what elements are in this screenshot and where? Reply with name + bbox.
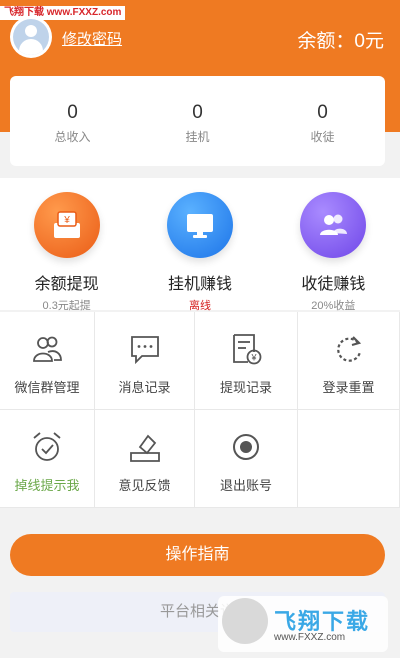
stat-value: 0 <box>317 102 328 123</box>
menu-logout[interactable]: 退出账号 <box>195 410 298 508</box>
menu-message-record[interactable]: 消息记录 <box>95 312 195 410</box>
status-offline: 离线 <box>188 300 211 312</box>
monitor-icon <box>166 192 233 258</box>
users-icon <box>300 192 367 258</box>
feature-hangup[interactable]: 挂机赚钱 离线 <box>133 178 266 312</box>
menu-wechat-group[interactable]: 微信群管理 <box>0 312 95 410</box>
menu-label: 意见反馈 <box>118 478 171 493</box>
menu-empty-cell <box>298 410 400 508</box>
group-icon <box>33 336 62 362</box>
feature-apprentice[interactable]: 收徒赚钱 20%收益 <box>267 178 400 312</box>
feature-title: 余额提现 <box>34 276 99 293</box>
balance-text: 余额：0元 <box>297 31 384 52</box>
brand-logo-icon <box>222 598 268 644</box>
feature-title: 挂机赚钱 <box>167 276 232 293</box>
stat-label: 挂机 <box>185 130 210 144</box>
stat-value: 0 <box>192 102 203 123</box>
menu-label: 登录重置 <box>322 380 375 395</box>
stat-apprentice[interactable]: 0 收徒 <box>260 76 385 166</box>
menu-label: 退出账号 <box>219 478 272 493</box>
menu-login-reset[interactable]: 登录重置 <box>298 312 400 410</box>
feature-subtitle: 20%收益 <box>311 300 356 312</box>
menu-label: 提现记录 <box>219 380 272 395</box>
feature-subtitle: 0.3元起提 <box>42 300 91 312</box>
menu-grid: 微信群管理 消息记录 ¥ 提现记录 登录重置 掉线提示我 意见反馈 退出账号 <box>0 312 400 508</box>
avatar-icon <box>13 19 49 55</box>
svg-text:¥: ¥ <box>63 215 70 226</box>
watermark-bottom: 飞翔下载 www.FXXZ.com <box>218 596 388 652</box>
alarm-clock-icon <box>33 432 61 461</box>
logout-icon <box>233 434 259 460</box>
menu-label: 掉线提示我 <box>14 478 80 493</box>
feature-title: 收徒赚钱 <box>301 276 366 293</box>
watermark-url: www.FXXZ.com <box>274 632 346 643</box>
stat-hangup[interactable]: 0 挂机 <box>135 76 260 166</box>
stat-label: 收徒 <box>310 130 335 144</box>
menu-withdraw-record[interactable]: ¥ 提现记录 <box>195 312 298 410</box>
menu-feedback[interactable]: 意见反馈 <box>95 410 195 508</box>
watermark-top: 飞翔下载 www.FXXZ.com <box>0 6 126 20</box>
menu-offline-alert[interactable]: 掉线提示我 <box>0 410 95 508</box>
refresh-icon <box>336 336 361 362</box>
stat-total-income[interactable]: 0 总收入 <box>10 76 135 166</box>
feature-withdraw[interactable]: ¥ 余额提现 0.3元起提 <box>0 178 133 312</box>
stats-card: 0 总收入 0 挂机 0 收徒 <box>10 76 385 166</box>
svg-text:¥: ¥ <box>250 353 257 363</box>
avatar[interactable] <box>10 16 52 58</box>
edit-password-link[interactable]: 修改密码 <box>62 28 122 49</box>
withdraw-record-icon: ¥ <box>233 334 262 365</box>
menu-label: 消息记录 <box>118 380 171 395</box>
message-icon <box>130 336 159 365</box>
wallet-icon: ¥ <box>33 192 100 258</box>
features-row: ¥ 余额提现 0.3元起提 挂机赚钱 离线 收徒赚钱 20%收益 <box>0 178 400 312</box>
stat-value: 0 <box>67 102 78 123</box>
guide-button[interactable]: 操作指南 <box>10 534 385 576</box>
stat-label: 总收入 <box>54 130 91 144</box>
menu-label: 微信群管理 <box>14 380 80 395</box>
feedback-icon <box>129 434 160 462</box>
